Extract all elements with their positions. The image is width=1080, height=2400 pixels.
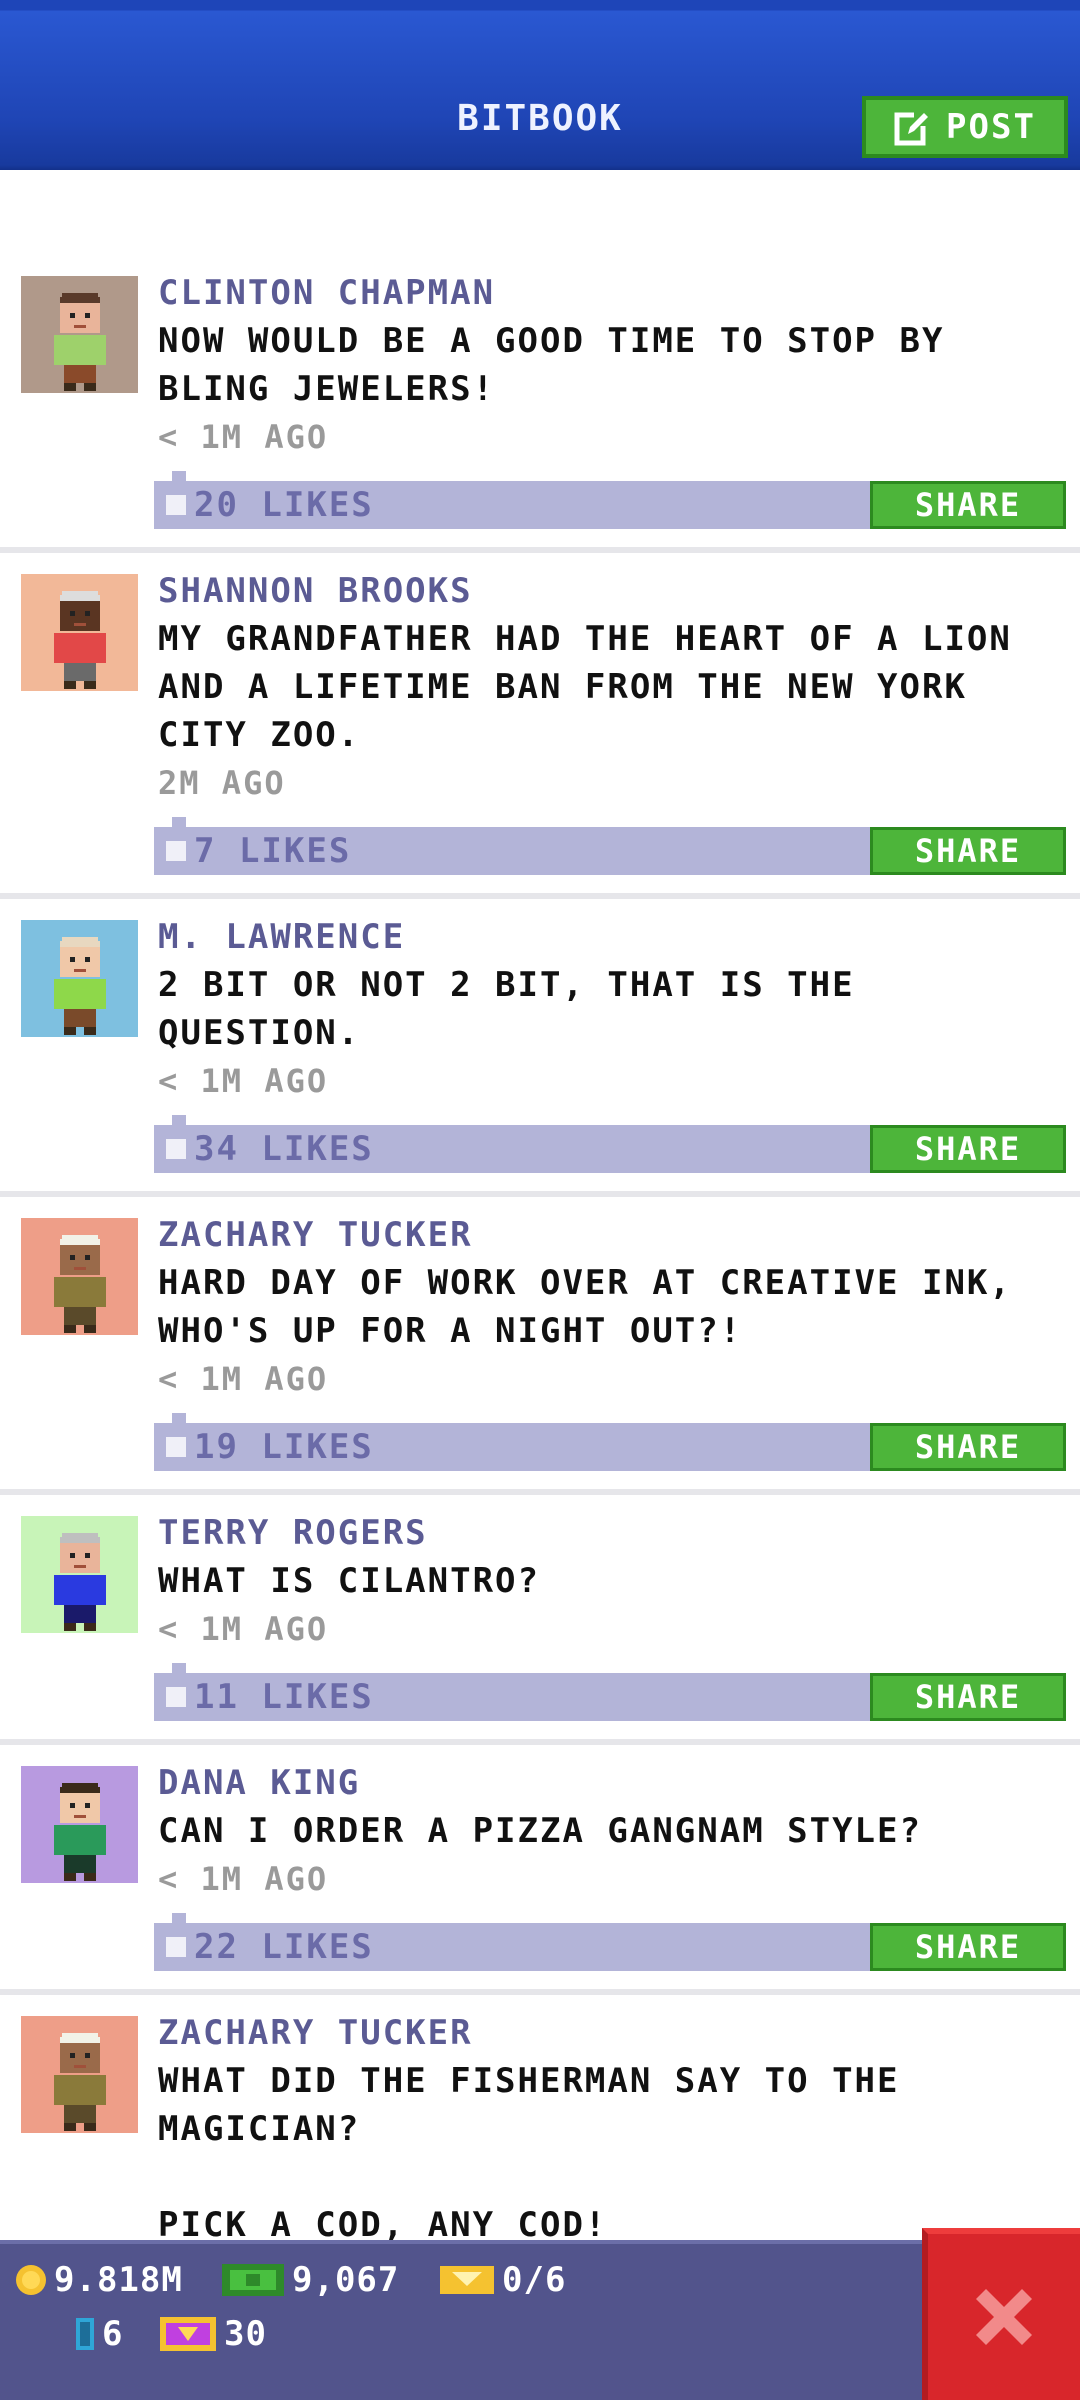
share-button[interactable]: SHARE [870,1423,1066,1471]
person-icon [53,293,106,391]
feed-post: DANA KING CAN I ORDER A PIZZA GANGNAM ST… [0,1745,1080,1995]
post-message: HARD DAY OF WORK OVER AT CREATIVE INK, W… [158,1263,1035,1351]
post-feed: CLINTON CHAPMAN NOW WOULD BE A GOOD TIME… [0,255,1080,2303]
tickets-stat: 0/6 [438,2260,566,2300]
likes-bar: 34 LIKES SHARE [154,1115,1066,1173]
share-button[interactable]: SHARE [870,1923,1066,1971]
likes-bar: 22 LIKES SHARE [154,1913,1066,1971]
likes-count: 34 LIKES [194,1129,374,1169]
tickets-value: 0/6 [502,2260,567,2300]
feed-post: M. LAWRENCE 2 BIT OR NOT 2 BIT, THAT IS … [0,899,1080,1197]
app-header: BITBOOK POST [0,0,1080,170]
like-button[interactable]: 7 LIKES [166,827,351,875]
post-timestamp: < 1M AGO [158,1860,329,1898]
bux-value: 9,067 [292,2260,400,2300]
coins-value: 9.818M [54,2260,183,2300]
thumbs-up-icon [166,841,186,861]
person-icon [53,591,106,689]
thumbs-up-icon [166,1437,186,1457]
person-icon [53,1235,106,1333]
close-button[interactable] [922,2228,1080,2400]
post-author[interactable]: M. LAWRENCE [158,913,1060,961]
thumbs-up-icon [166,1687,186,1707]
post-author[interactable]: ZACHARY TUCKER [158,1211,1060,1259]
post-timestamp: < 1M AGO [158,1360,329,1398]
vip-value: 30 [224,2314,267,2354]
likes-count: 22 LIKES [194,1927,374,1967]
post-message: CAN I ORDER A PIZZA GANGNAM STYLE? [158,1811,922,1851]
avatar [21,1218,138,1335]
post-author[interactable]: TERRY ROGERS [158,1509,1060,1557]
post-timestamp: 2M AGO [158,764,286,802]
likes-bar: 7 LIKES SHARE [154,817,1066,875]
share-button[interactable]: SHARE [870,1673,1066,1721]
thumbs-up-icon [166,1937,186,1957]
avatar [21,1516,138,1633]
post-timestamp: < 1M AGO [158,418,329,456]
likes-count: 20 LIKES [194,485,374,525]
post-message: 2 BIT OR NOT 2 BIT, THAT IS THE QUESTION… [158,965,878,1053]
post-message: NOW WOULD BE A GOOD TIME TO STOP BY BLIN… [158,321,967,409]
likes-bar: 20 LIKES SHARE [154,471,1066,529]
likes-count: 7 LIKES [194,831,352,871]
avatar [21,2016,138,2133]
bux-icon [222,2264,284,2296]
coin-icon [16,2265,46,2295]
person-icon [53,1783,106,1881]
likes-bar: 11 LIKES SHARE [154,1663,1066,1721]
post-author[interactable]: ZACHARY TUCKER [158,2009,1060,2057]
person-icon [53,2033,106,2131]
like-button[interactable]: 22 LIKES [166,1923,374,1971]
like-button[interactable]: 34 LIKES [166,1125,374,1173]
elevators-value: 6 [102,2314,124,2354]
resource-bar: 9.818M 9,067 0/6 6 30 [0,2240,930,2400]
edit-icon [894,110,931,146]
post-button-label: POST [946,107,1036,147]
like-button[interactable]: 11 LIKES [166,1673,374,1721]
avatar [21,1766,138,1883]
post-author[interactable]: CLINTON CHAPMAN [158,269,1060,317]
post-message: MY GRANDFATHER HAD THE HEART OF A LION A… [158,619,1035,755]
vip-stat: 30 [158,2314,267,2354]
thumbs-up-icon [166,1139,186,1159]
elevators-stat: 6 [74,2314,123,2354]
share-button[interactable]: SHARE [870,1125,1066,1173]
person-icon [53,937,106,1035]
post-timestamp: < 1M AGO [158,1062,329,1100]
post-author[interactable]: DANA KING [158,1759,1060,1807]
post-message: WHAT IS CILANTRO? [158,1561,540,1601]
thumbs-up-icon [166,495,186,515]
close-icon [976,2289,1032,2345]
feed-post: SHANNON BROOKS MY GRANDFATHER HAD THE HE… [0,553,1080,899]
avatar [21,276,138,393]
like-button[interactable]: 19 LIKES [166,1423,374,1471]
post-message: WHAT DID THE FISHERMAN SAY TO THE MAGICI… [158,2061,900,2245]
share-button[interactable]: SHARE [870,481,1066,529]
person-icon [53,1533,106,1631]
ticket-icon [440,2266,494,2294]
post-button[interactable]: POST [862,96,1068,158]
avatar [21,920,138,1037]
share-button[interactable]: SHARE [870,827,1066,875]
coins-stat: 9.818M [14,2260,183,2300]
bux-stat: 9,067 [220,2260,399,2300]
feed-post: CLINTON CHAPMAN NOW WOULD BE A GOOD TIME… [0,255,1080,553]
feed-post: ZACHARY TUCKER HARD DAY OF WORK OVER AT … [0,1197,1080,1495]
avatar [21,574,138,691]
like-button[interactable]: 20 LIKES [166,481,374,529]
elevator-icon [76,2318,94,2350]
vip-icon [160,2317,216,2351]
post-author[interactable]: SHANNON BROOKS [158,567,1060,615]
likes-bar: 19 LIKES SHARE [154,1413,1066,1471]
likes-count: 11 LIKES [194,1677,374,1717]
post-timestamp: < 1M AGO [158,1610,329,1648]
feed-post: TERRY ROGERS WHAT IS CILANTRO? < 1M AGO … [0,1495,1080,1745]
likes-count: 19 LIKES [194,1427,374,1467]
